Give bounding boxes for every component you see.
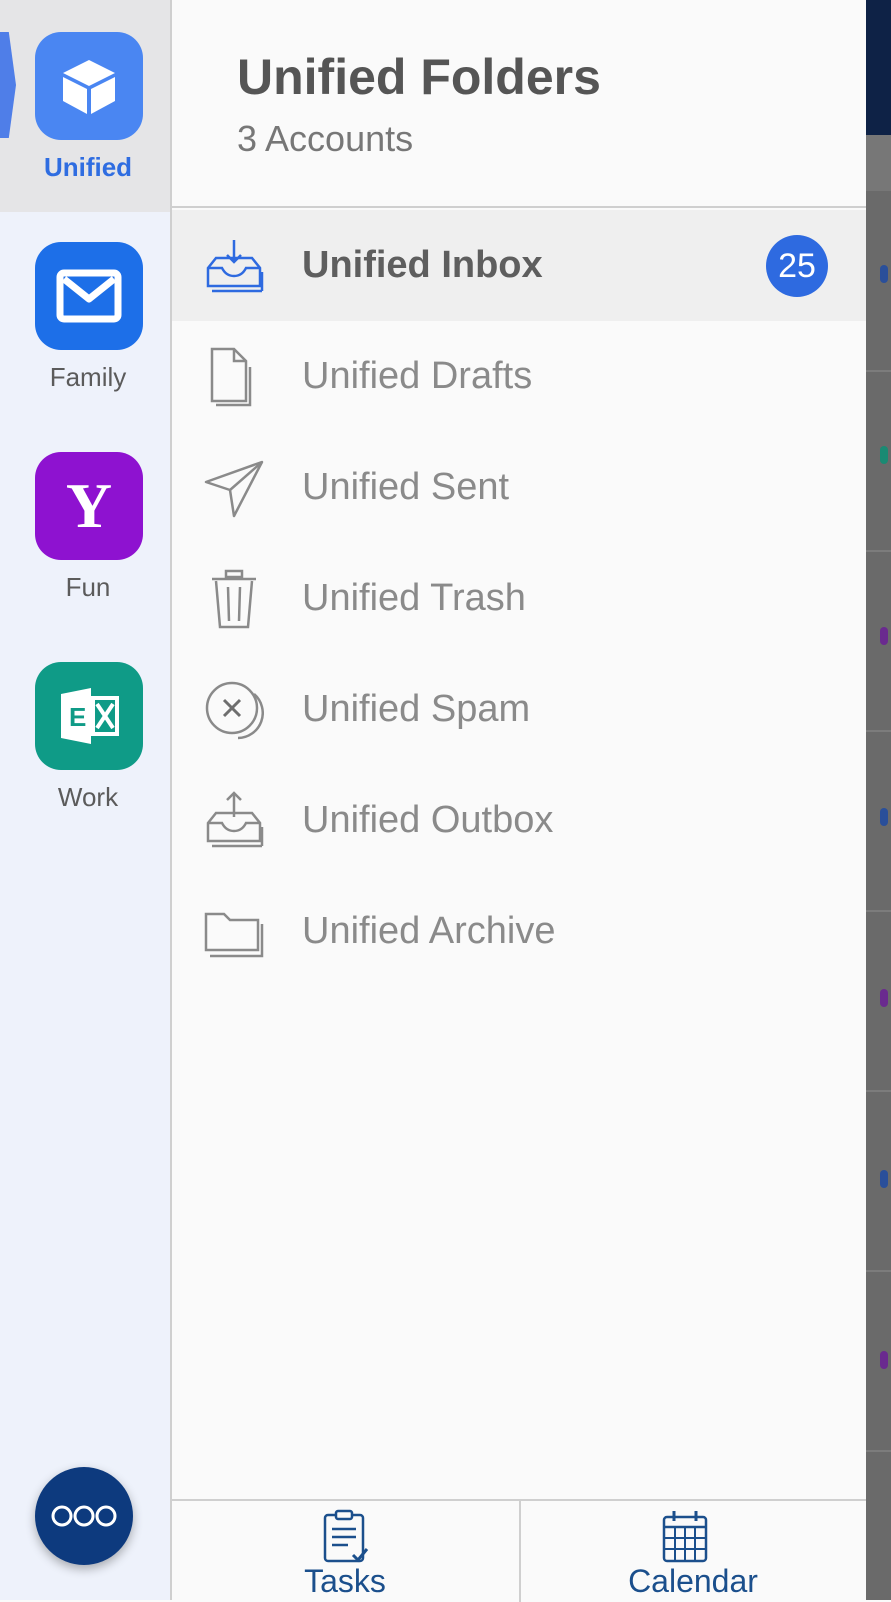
more-icon: [51, 1505, 117, 1527]
tasks-label: Tasks: [304, 1563, 386, 1599]
tasks-button[interactable]: Tasks: [172, 1501, 518, 1600]
panel-title: Unified Folders: [237, 49, 601, 105]
background-header: [866, 0, 891, 135]
svg-text:E: E: [69, 702, 86, 732]
background-account-dot: [880, 989, 888, 1007]
folder-unified-inbox[interactable]: Unified Inbox 25: [172, 210, 866, 321]
more-button[interactable]: [35, 1467, 133, 1565]
folder-unified-outbox[interactable]: Unified Outbox: [172, 765, 866, 876]
inbox-icon: [206, 240, 264, 293]
yahoo-icon: Y: [35, 452, 143, 560]
account-label: Unified: [43, 152, 133, 182]
background-account-dot: [880, 808, 888, 826]
folder-label: Unified Spam: [302, 688, 531, 730]
background-toolbar: [866, 135, 891, 191]
background-divider: [866, 1450, 891, 1452]
calendar-label: Calendar: [628, 1563, 758, 1599]
account-rail: Unified Family Y Fun E Work: [0, 0, 172, 1600]
account-label: Fun: [65, 572, 111, 602]
folder-panel: Unified Folders 3 Accounts Unified Inbox…: [172, 0, 866, 1602]
folder-label: Unified Sent: [302, 466, 510, 508]
folder-label: Unified Outbox: [302, 799, 554, 841]
background-divider: [866, 910, 891, 912]
folder-label: Unified Drafts: [302, 355, 533, 397]
folder-label: Unified Archive: [302, 910, 556, 952]
folder-unified-spam[interactable]: Unified Spam: [172, 654, 866, 765]
account-unified[interactable]: Unified: [0, 0, 170, 212]
bottom-bar: Tasks Calendar: [172, 1499, 866, 1602]
cube-icon: [35, 32, 143, 140]
unread-count-badge: 25: [766, 235, 828, 297]
background-divider: [866, 1090, 891, 1092]
calendar-button[interactable]: Calendar: [520, 1501, 866, 1600]
background-divider: [866, 730, 891, 732]
background-divider: [866, 1270, 891, 1272]
spam-icon: [205, 681, 264, 740]
background-account-dot: [880, 1170, 888, 1188]
account-family[interactable]: Family: [0, 212, 170, 422]
folder-unified-archive[interactable]: Unified Archive: [172, 876, 866, 987]
background-account-dot: [880, 627, 888, 645]
folder-label: Unified Trash: [302, 577, 526, 619]
background-account-dot: [880, 446, 888, 464]
folder-unified-drafts[interactable]: Unified Drafts: [172, 321, 866, 432]
folder-icon: [204, 912, 264, 958]
background-account-dot: [880, 1351, 888, 1369]
account-fun[interactable]: Y Fun: [0, 422, 170, 632]
account-label: Family: [49, 362, 127, 392]
background-divider: [866, 370, 891, 372]
folder-unified-sent[interactable]: Unified Sent: [172, 432, 866, 543]
background-account-dot: [880, 265, 888, 283]
dimmed-background-content[interactable]: [866, 0, 891, 1600]
mail-icon: [35, 242, 143, 350]
send-icon: [204, 460, 264, 518]
folder-label: Unified Inbox: [302, 244, 543, 286]
panel-header: Unified Folders 3 Accounts: [172, 0, 866, 208]
background-divider: [866, 550, 891, 552]
outbox-icon: [206, 791, 264, 848]
account-count: 3 Accounts: [237, 118, 414, 159]
calendar-icon: [662, 1511, 708, 1563]
folder-unified-trash[interactable]: Unified Trash: [172, 543, 866, 654]
account-label: Work: [57, 782, 119, 812]
trash-icon: [212, 569, 256, 629]
exchange-icon: E: [35, 662, 143, 770]
account-work[interactable]: E Work: [0, 632, 170, 842]
tasks-icon: [323, 1509, 369, 1563]
document-icon: [210, 347, 252, 407]
